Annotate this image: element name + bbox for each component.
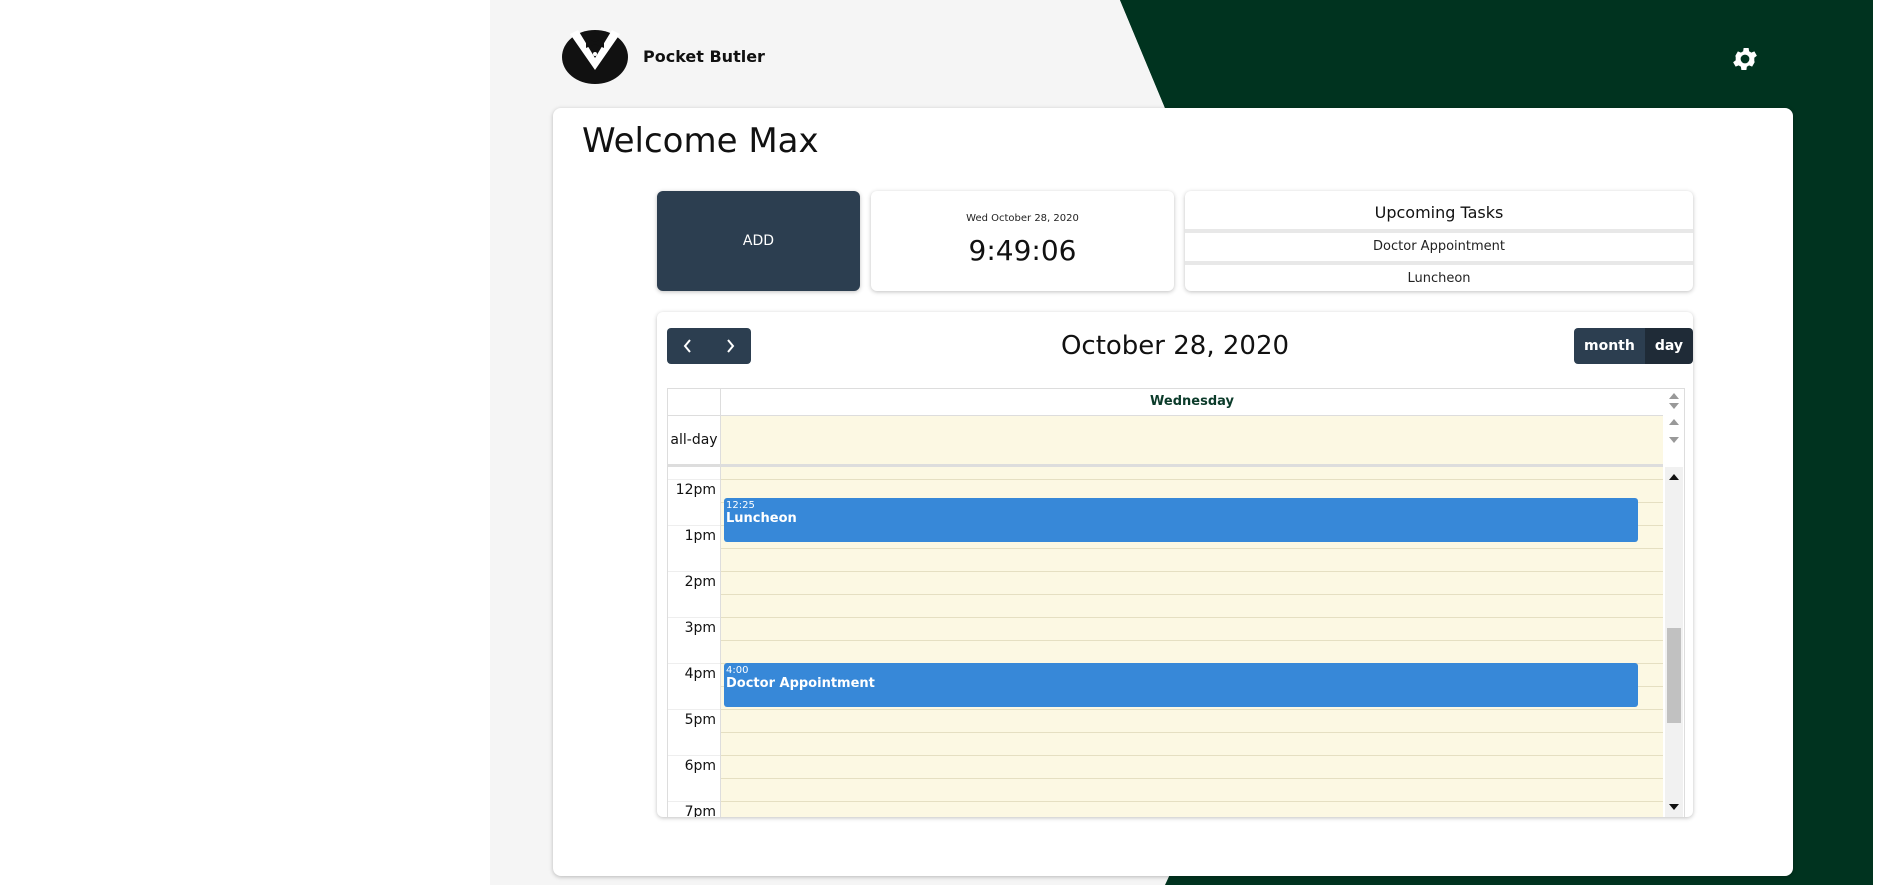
- upcoming-tasks-widget: Upcoming Tasks Doctor Appointment Lunche…: [1185, 191, 1693, 291]
- scrollbar-thumb[interactable]: [1667, 628, 1681, 723]
- chevron-left-icon: [683, 339, 691, 353]
- slot-line: [721, 617, 1663, 618]
- slot-line: [721, 479, 1663, 480]
- hour-label: 12pm: [675, 482, 716, 498]
- add-button[interactable]: ADD: [657, 191, 860, 291]
- task-item[interactable]: Doctor Appointment: [1185, 233, 1693, 261]
- slot-line: [721, 801, 1663, 802]
- day-header-row: Wednesday: [668, 389, 1663, 416]
- time-grid: 12pm 1pm 2pm 3pm 4pm 5pm 6pm 7pm 12:25 Luncheon 4…: [668, 467, 1663, 817]
- task-item[interactable]: Luncheon: [1185, 261, 1693, 291]
- gutter-line: [668, 479, 720, 480]
- gutter-line: [668, 709, 720, 710]
- scroll-down-icon[interactable]: [1669, 804, 1679, 810]
- event-title: Doctor Appointment: [726, 676, 875, 691]
- clock-date: Wed October 28, 2020: [966, 213, 1079, 224]
- clock-widget: Wed October 28, 2020 9:49:06: [871, 191, 1174, 291]
- hour-label: 6pm: [684, 758, 716, 774]
- hour-label: 5pm: [684, 712, 716, 728]
- allday-row: all-day: [668, 416, 1663, 467]
- calendar-event[interactable]: 4:00 Doctor Appointment: [724, 663, 1638, 707]
- slot-line: [721, 732, 1663, 733]
- chevron-right-icon: [727, 339, 735, 353]
- clock-time: 9:49:06: [968, 234, 1077, 267]
- gear-icon[interactable]: [1730, 44, 1760, 74]
- calendar: October 28, 2020 month day Wednesday all…: [657, 312, 1693, 817]
- slot-line: [721, 755, 1663, 756]
- brand-name: Pocket Butler: [643, 47, 765, 66]
- day-grid: Wednesday all-day 12pm 1pm 2pm 3pm 4pm 5pm 6pm…: [667, 388, 1685, 817]
- upcoming-tasks-title: Upcoming Tasks: [1185, 191, 1693, 233]
- hour-label: 3pm: [684, 620, 716, 636]
- butler-logo-icon: [562, 30, 628, 84]
- gutter-line: [668, 617, 720, 618]
- day-view-button[interactable]: day: [1644, 328, 1693, 364]
- scrollbar[interactable]: [1665, 467, 1683, 817]
- event-time: 12:25: [726, 500, 755, 512]
- gutter-line: [668, 755, 720, 756]
- hour-label: 7pm: [684, 804, 716, 817]
- calendar-nav: [667, 328, 751, 364]
- gutter-line: [668, 571, 720, 572]
- hour-label: 2pm: [684, 574, 716, 590]
- slot-line: [721, 571, 1663, 572]
- main-card: Welcome Max ADD Wed October 28, 2020 9:4…: [553, 108, 1793, 876]
- gutter-line: [668, 663, 720, 664]
- allday-label: all-day: [668, 416, 721, 464]
- slot-line: [721, 548, 1663, 549]
- app-window: Pocket Butler Welcome Max ADD Wed Octobe…: [490, 0, 1873, 885]
- hour-label: 1pm: [684, 528, 716, 544]
- slot-line: [721, 640, 1663, 641]
- scroll-up-icon[interactable]: [1669, 474, 1679, 480]
- slot-line: [721, 778, 1663, 779]
- hour-label: 4pm: [684, 666, 716, 682]
- scroll-up-icon[interactable]: [1669, 419, 1679, 425]
- prev-button[interactable]: [667, 328, 709, 364]
- calendar-title: October 28, 2020: [1060, 331, 1290, 361]
- slot-line: [721, 594, 1663, 595]
- scroll-down-icon[interactable]: [1669, 403, 1679, 409]
- scroll-down-icon[interactable]: [1669, 437, 1679, 443]
- gutter-line: [668, 525, 720, 526]
- time-gutter: 12pm 1pm 2pm 3pm 4pm 5pm 6pm 7pm: [668, 467, 721, 817]
- event-time: 4:00: [726, 665, 749, 676]
- time-column[interactable]: 12:25 Luncheon 4:00 Doctor Appointment: [721, 467, 1663, 817]
- scroll-up-icon[interactable]: [1669, 393, 1679, 399]
- calendar-event[interactable]: 12:25 Luncheon: [724, 498, 1638, 543]
- header-gutter: [668, 389, 721, 415]
- page-title: Welcome Max: [582, 121, 819, 161]
- month-view-button[interactable]: month: [1574, 328, 1645, 364]
- header-scroll-arrows: [1665, 389, 1683, 464]
- allday-cell[interactable]: [721, 416, 1663, 464]
- gutter-line: [668, 801, 720, 802]
- event-title: Luncheon: [726, 511, 797, 527]
- slot-line: [721, 709, 1663, 710]
- next-button[interactable]: [709, 328, 751, 364]
- day-header: Wednesday: [1150, 394, 1234, 409]
- view-switcher: month day: [1574, 328, 1693, 364]
